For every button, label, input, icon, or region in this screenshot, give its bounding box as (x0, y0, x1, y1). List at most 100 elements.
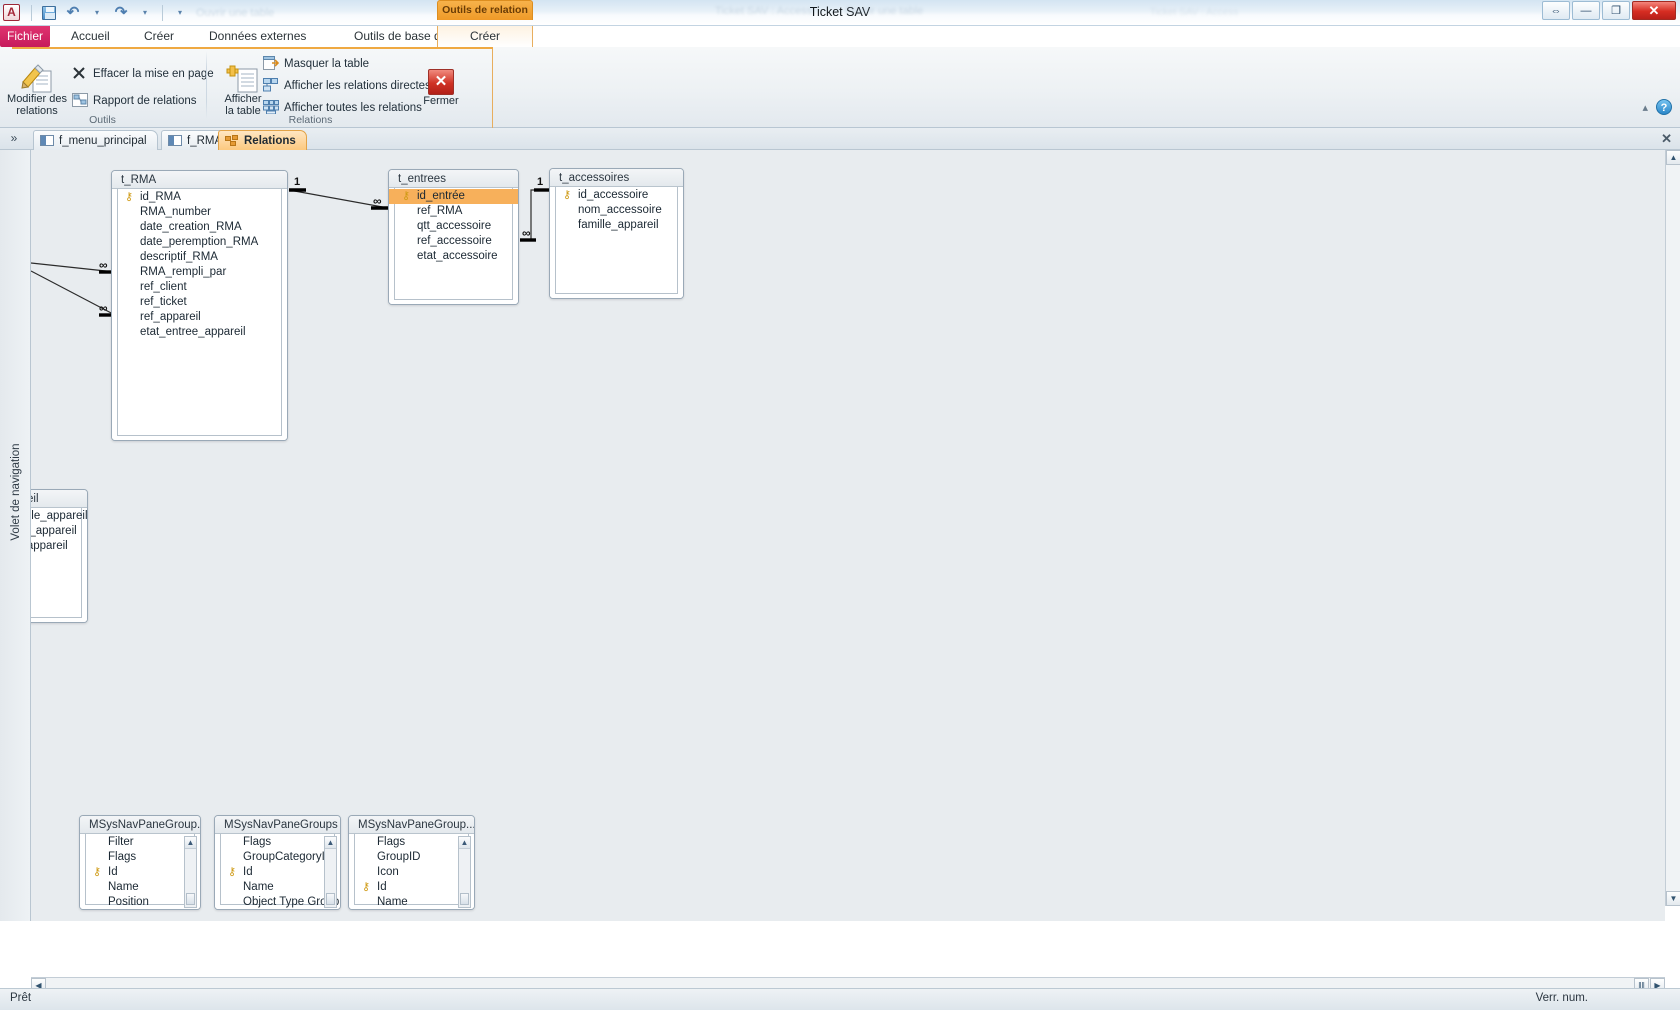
relationship-table-msysnavpanegroup-[interactable]: MSysNavPaneGroup... Flags GroupID Icon ⚷ Id Na… (348, 815, 475, 910)
table-field[interactable]: ref_RMA (389, 204, 518, 219)
fermer-button[interactable]: ✕ Fermer (412, 57, 470, 107)
relationship-table-t_accessoires[interactable]: t_accessoires ⚷ id_accessoire nom_accessoir… (549, 168, 684, 299)
table-field[interactable]: ref_appareil (112, 310, 287, 325)
table-field-list[interactable]: Filter Flags ⚷ Id Name Position ▲ (80, 834, 200, 909)
field-scroll-up-icon[interactable]: ▲ (185, 837, 196, 849)
table-field[interactable]: famille_appareil (31, 509, 87, 524)
close-button[interactable]: ✕ (1632, 1, 1676, 20)
rapport-relations-button[interactable]: Rapport de relations (72, 90, 197, 112)
customize-qat-icon[interactable]: ▾ (170, 3, 190, 23)
nav-pane-toggle-icon[interactable]: » (4, 131, 24, 147)
field-list-scrollbar[interactable]: ▲ (324, 836, 337, 908)
field-label: Icon (377, 866, 399, 878)
table-field[interactable]: ref_client (112, 280, 287, 295)
table-field[interactable]: GroupCategoryID (215, 850, 340, 865)
undo-dropdown-icon[interactable]: ▾ (87, 3, 107, 23)
relationship-table-msysnavpanegroup-[interactable]: MSysNavPaneGroup... Filter Flags ⚷ Id Name Pos… (79, 815, 201, 910)
table-field[interactable]: Flags (215, 835, 340, 850)
maximize-button[interactable]: ❐ (1602, 1, 1630, 20)
field-scroll-up-icon[interactable]: ▲ (325, 837, 336, 849)
scroll-up-button[interactable]: ▲ (1666, 150, 1680, 165)
table-field[interactable]: Name (80, 880, 200, 895)
doc-tab-f-menu-principal[interactable]: f_menu_principal (33, 130, 158, 150)
relationship-table-t_entrees[interactable]: t_entrees ⚷ id_entrée ref_RMA qtt_accessoire… (388, 169, 519, 305)
modifier-relations-button[interactable]: Modifier des relations (2, 55, 72, 117)
table-title: t_entrees (389, 170, 518, 188)
table-field-list[interactable]: famille_appareil nom_appareil ref_appareil (31, 508, 87, 622)
vertical-scrollbar[interactable]: ▲ ▼ (1665, 150, 1680, 906)
table-field[interactable]: Flags (349, 835, 474, 850)
table-field-list[interactable]: ⚷ id_RMA RMA_number date_creation_RMA date_p… (112, 189, 287, 440)
document-tab-bar: » f_menu_principal f_RMA Relations ✕ (0, 128, 1680, 150)
collapse-ribbon-icon[interactable]: ▴ (1642, 101, 1648, 114)
table-field[interactable]: ⚷ id_accessoire (550, 188, 683, 203)
close-relationships-icon: ✕ (428, 57, 454, 95)
direct-relationships-icon (263, 78, 279, 94)
tab-creer[interactable]: Créer (131, 26, 187, 47)
table-field[interactable]: date_peremption_RMA (112, 235, 287, 250)
relationship-table-t_appareil[interactable]: t_appareil famille_appareil nom_appareilre… (31, 489, 88, 623)
table-field[interactable]: ⚷ Id (215, 865, 340, 880)
redo-dropdown-icon[interactable]: ▾ (135, 3, 155, 23)
tab-donnees-externes[interactable]: Données externes (196, 26, 319, 47)
table-field[interactable]: Filter (80, 835, 200, 850)
close-document-icon[interactable]: ✕ (1661, 131, 1672, 147)
field-scroll-thumb[interactable] (186, 893, 195, 905)
tab-accueil[interactable]: Accueil (58, 26, 123, 47)
field-label: etat_accessoire (417, 250, 498, 262)
table-field[interactable]: Flags (80, 850, 200, 865)
table-field-list[interactable]: ⚷ id_accessoire nom_accessoire famille_appa… (550, 187, 683, 298)
table-field[interactable]: famille_appareil (550, 218, 683, 233)
table-field[interactable]: Icon (349, 865, 474, 880)
field-label: ref_appareil (140, 311, 201, 323)
table-field[interactable]: GroupID (349, 850, 474, 865)
undo-icon[interactable]: ↶ (63, 3, 83, 23)
table-field-list[interactable]: Flags GroupCategoryID ⚷ Id Name Object Type G… (215, 834, 340, 909)
table-field[interactable]: date_creation_RMA (112, 220, 287, 235)
table-field[interactable]: RMA_rempli_par (112, 265, 287, 280)
table-field[interactable]: ref_appareil (31, 539, 87, 554)
doc-tab-relations[interactable]: Relations (218, 130, 307, 150)
relationship-table-msysnavpanegroups[interactable]: MSysNavPaneGroups Flags GroupCategoryID ⚷ Id… (214, 815, 341, 910)
relationships-canvas[interactable]: 1 ∞ 1 ∞ ∞ ∞ t_RMA ⚷ id_RMA RMA_number date_c… (31, 150, 1665, 921)
table-field[interactable]: ref_ticket (112, 295, 287, 310)
table-field[interactable]: RMA_number (112, 205, 287, 220)
table-field[interactable]: qtt_accessoire (389, 219, 518, 234)
relations-directes-button[interactable]: Afficher les relations directes (263, 75, 431, 97)
minimize-button[interactable]: — (1572, 1, 1600, 20)
relationship-table-t_rma[interactable]: t_RMA ⚷ id_RMA RMA_number date_creation_RMA d… (111, 170, 288, 441)
table-field[interactable]: etat_entree_appareil (112, 325, 287, 340)
resize-button[interactable]: ⇔ (1542, 1, 1570, 20)
tab-fichier[interactable]: Fichier (0, 26, 50, 47)
table-field[interactable]: Name (215, 880, 340, 895)
table-title: MSysNavPaneGroup... (349, 816, 474, 834)
table-field[interactable]: Name (349, 895, 474, 909)
table-field[interactable]: Object Type Group (215, 895, 340, 909)
table-field[interactable]: ⚷ id_RMA (112, 190, 287, 205)
field-scroll-up-icon[interactable]: ▲ (459, 837, 470, 849)
field-label: nom_appareil (31, 525, 77, 537)
field-scroll-thumb[interactable] (326, 893, 335, 905)
table-field[interactable]: etat_accessoire (389, 249, 518, 264)
table-field[interactable]: ⚷ id_entrée (389, 189, 518, 204)
table-field[interactable]: nom_appareil (31, 524, 87, 539)
table-field-list[interactable]: Flags GroupID Icon ⚷ Id Name ▲ (349, 834, 474, 909)
table-field-list[interactable]: ⚷ id_entrée ref_RMA qtt_accessoire ref_acces… (389, 188, 518, 304)
scroll-down-button[interactable]: ▼ (1666, 891, 1680, 906)
table-field[interactable]: ⚷ Id (349, 880, 474, 895)
table-field[interactable]: Position (80, 895, 200, 909)
field-scroll-thumb[interactable] (460, 893, 469, 905)
navigation-pane[interactable]: Volet de navigation (0, 150, 31, 921)
field-list-scrollbar[interactable]: ▲ (458, 836, 471, 908)
table-field[interactable]: ref_accessoire (389, 234, 518, 249)
table-field[interactable]: descriptif_RMA (112, 250, 287, 265)
save-icon[interactable] (39, 3, 59, 23)
masquer-la-table-button[interactable]: Masquer la table (263, 53, 369, 75)
help-icon[interactable]: ? (1656, 99, 1672, 115)
redo-icon[interactable]: ↷ (111, 3, 131, 23)
tab-creer-contextual[interactable]: Créer (437, 26, 533, 47)
field-list-scrollbar[interactable]: ▲ (184, 836, 197, 908)
table-field[interactable]: nom_accessoire (550, 203, 683, 218)
effacer-mise-en-page-button[interactable]: Effacer la mise en page (72, 63, 214, 85)
table-field[interactable]: ⚷ Id (80, 865, 200, 880)
